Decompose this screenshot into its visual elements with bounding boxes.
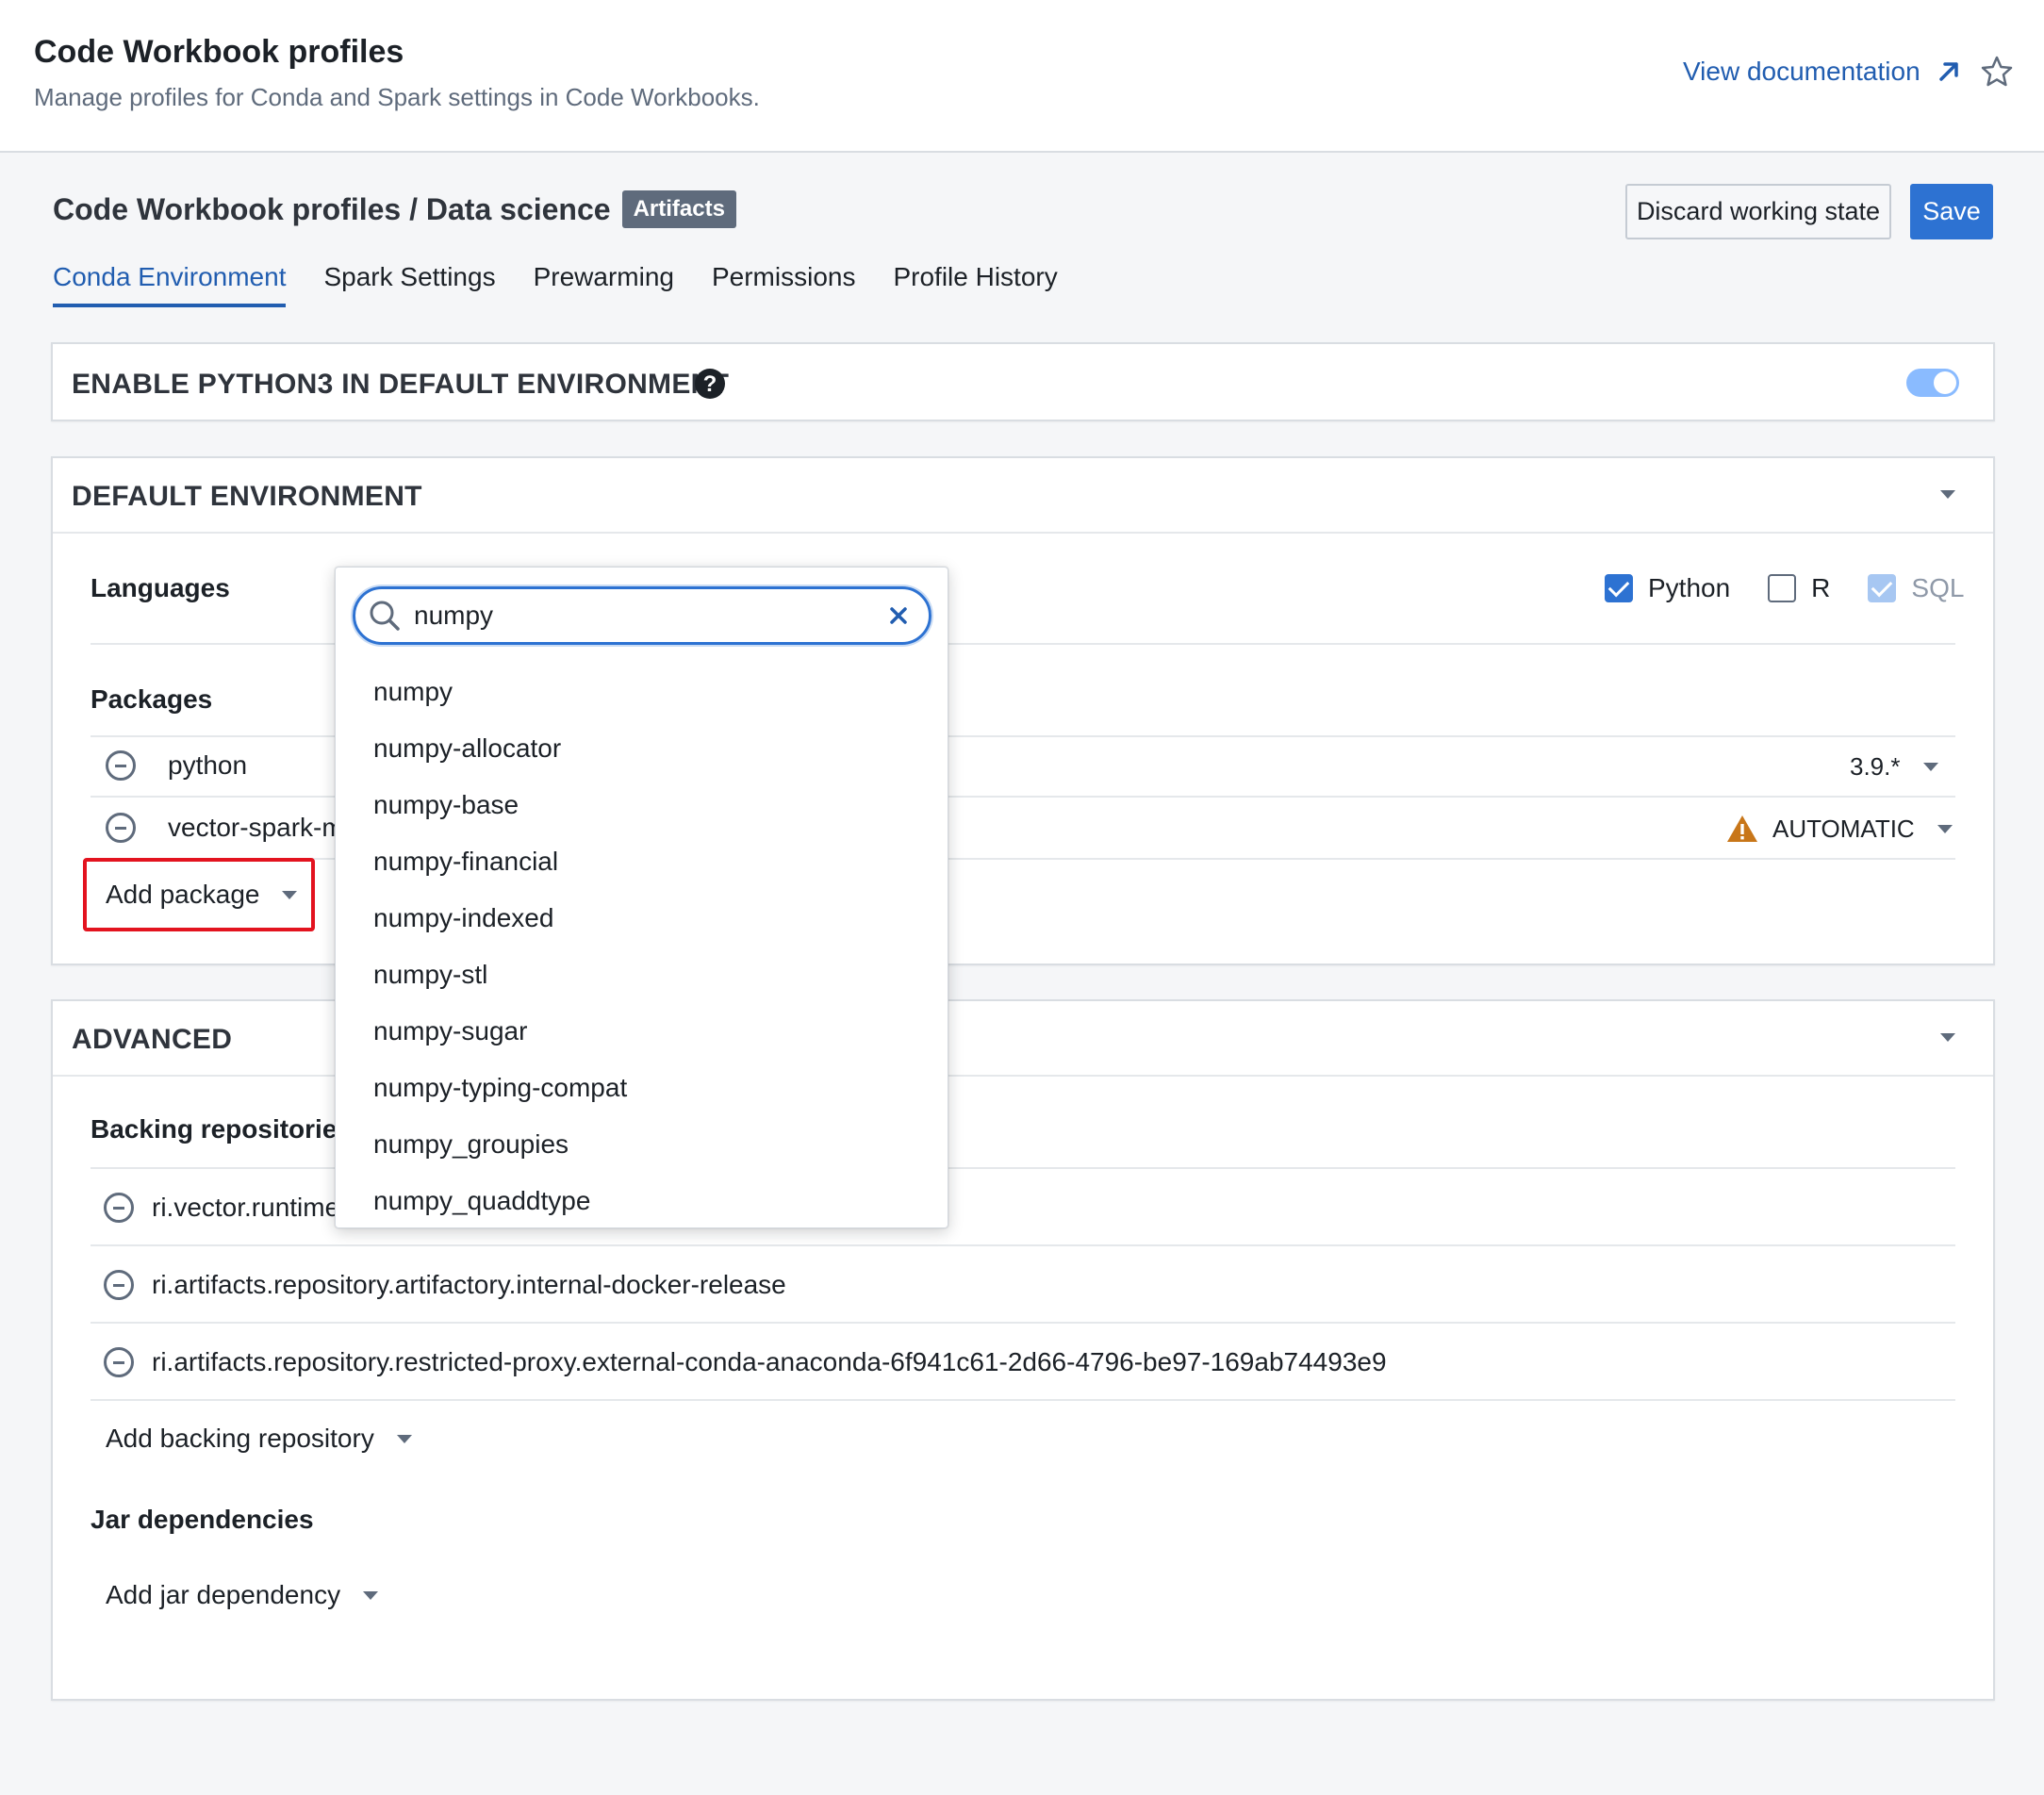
advanced-title: ADVANCED <box>72 1024 233 1055</box>
discard-working-state-button[interactable]: Discard working state <box>1625 184 1891 239</box>
python-checkbox[interactable] <box>1605 574 1633 602</box>
add-jar-dependency-label: Add jar dependency <box>106 1580 341 1609</box>
add-package-button[interactable]: Add package <box>83 858 315 931</box>
search-result-item[interactable]: numpy-sugar <box>336 1003 948 1060</box>
app-header: Code Workbook profiles Manage profiles f… <box>0 0 2044 153</box>
search-result-item[interactable]: numpy-indexed <box>336 890 948 947</box>
language-checkboxes: Python R SQL <box>1605 573 1964 603</box>
chevron-down-icon <box>1937 825 1953 833</box>
search-result-item[interactable]: numpy-allocator <box>336 720 948 777</box>
repository-name: ri.vector.runtime <box>152 1193 340 1222</box>
package-version-select[interactable]: AUTOMATIC <box>1772 815 1953 844</box>
app-title: Code Workbook profiles <box>34 34 404 70</box>
default-environment-header[interactable]: DEFAULT ENVIRONMENT <box>53 458 1993 534</box>
search-result-item[interactable]: numpy-stl <box>336 947 948 1003</box>
tab-prewarming[interactable]: Prewarming <box>534 262 674 307</box>
search-result-item[interactable]: numpy-base <box>336 777 948 833</box>
svg-text:?: ? <box>703 371 717 397</box>
add-backing-repository-button[interactable]: Add backing repository <box>106 1424 412 1454</box>
chevron-down-icon <box>396 1434 412 1443</box>
package-search-results: numpy numpy-allocator numpy-base numpy-f… <box>336 664 948 1229</box>
jar-dependencies-label: Jar dependencies <box>91 1505 314 1534</box>
sql-checkbox <box>1868 574 1897 602</box>
remove-package-icon[interactable] <box>106 750 136 781</box>
package-name: vector-spark-m <box>168 813 344 842</box>
view-documentation-link[interactable]: View documentation <box>1683 57 1962 87</box>
breadcrumb-separator: / <box>401 191 426 226</box>
remove-repository-icon[interactable] <box>104 1193 134 1223</box>
tab-bar: Conda Environment Spark Settings Prewarm… <box>53 262 1058 307</box>
package-name: python <box>168 750 248 780</box>
add-jar-dependency-button[interactable]: Add jar dependency <box>106 1580 379 1610</box>
sql-checkbox-label: SQL <box>1911 573 1965 602</box>
tab-spark-settings[interactable]: Spark Settings <box>323 262 495 307</box>
tab-profile-history[interactable]: Profile History <box>893 262 1057 307</box>
r-checkbox-label: R <box>1811 573 1831 602</box>
breadcrumb-root[interactable]: Code Workbook profiles <box>53 192 401 227</box>
chevron-down-icon <box>363 1590 379 1600</box>
close-icon[interactable] <box>887 604 910 627</box>
languages-label: Languages <box>91 573 230 602</box>
python3-toggle[interactable] <box>1906 369 1959 397</box>
package-search-popover: numpy numpy-allocator numpy-base numpy-f… <box>335 567 948 1228</box>
python3-section-title: ENABLE PYTHON3 IN DEFAULT ENVIRONMENT <box>72 369 730 400</box>
arrow-top-right-icon <box>1938 62 1958 81</box>
search-result-item[interactable]: numpy <box>336 664 948 720</box>
remove-repository-icon[interactable] <box>104 1270 134 1300</box>
remove-repository-icon[interactable] <box>104 1347 134 1377</box>
r-checkbox[interactable] <box>1768 574 1797 602</box>
package-search-field[interactable] <box>353 586 931 645</box>
search-result-item[interactable]: numpy_groupies <box>336 1116 948 1173</box>
python3-section: ENABLE PYTHON3 IN DEFAULT ENVIRONMENT <box>51 342 1995 421</box>
tab-permissions[interactable]: Permissions <box>712 262 855 307</box>
help-icon[interactable]: ? <box>694 368 726 400</box>
repository-name: ri.artifacts.repository.restricted-proxy… <box>152 1347 1387 1376</box>
breadcrumb-current: Data science <box>425 191 611 226</box>
breadcrumb: Code Workbook profiles / Data science Ar… <box>53 190 736 228</box>
default-environment-title: DEFAULT ENVIRONMENT <box>72 481 422 512</box>
app-subtitle: Manage profiles for Conda and Spark sett… <box>34 83 760 111</box>
chevron-down-icon <box>282 890 298 899</box>
artifacts-badge: Artifacts <box>621 190 736 228</box>
divider <box>91 1244 1955 1246</box>
tab-conda-environment[interactable]: Conda Environment <box>53 262 287 307</box>
divider <box>91 1322 1955 1324</box>
backing-repositories-label: Backing repositories <box>91 1114 352 1144</box>
warning-icon <box>1727 815 1757 842</box>
package-version-select[interactable]: 3.9.* <box>1850 752 1938 782</box>
package-version-value: 3.9.* <box>1850 752 1901 781</box>
divider <box>91 1399 1955 1401</box>
star-icon[interactable] <box>1980 55 2014 89</box>
add-backing-repository-label: Add backing repository <box>106 1424 374 1453</box>
save-button[interactable]: Save <box>1910 184 1993 239</box>
packages-label: Packages <box>91 684 213 714</box>
chevron-down-icon <box>1922 763 1938 771</box>
search-icon <box>370 601 400 631</box>
search-result-item[interactable]: numpy-typing-compat <box>336 1060 948 1116</box>
chevron-down-icon <box>1940 490 1955 499</box>
package-search-input[interactable] <box>414 601 866 631</box>
search-result-item[interactable]: numpy_quaddtype <box>336 1173 948 1229</box>
package-version-value: AUTOMATIC <box>1772 815 1915 843</box>
search-result-item[interactable]: numpy-financial <box>336 833 948 890</box>
repository-name: ri.artifacts.repository.artifactory.inte… <box>152 1270 786 1299</box>
remove-package-icon[interactable] <box>106 813 136 843</box>
add-package-label: Add package <box>106 880 260 909</box>
view-documentation-label: View documentation <box>1683 57 1920 86</box>
chevron-down-icon <box>1940 1033 1955 1042</box>
python-checkbox-label: Python <box>1648 573 1731 602</box>
